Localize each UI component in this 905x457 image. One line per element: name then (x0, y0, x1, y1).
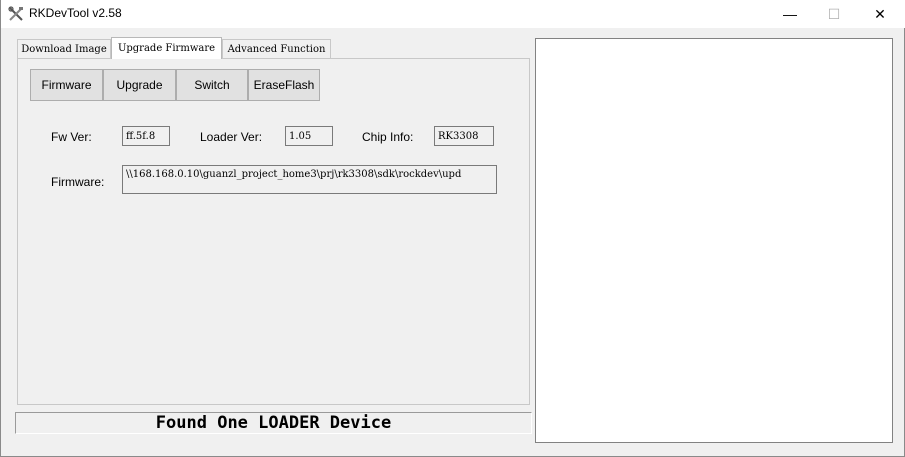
fw-ver-label: Fw Ver: (51, 130, 92, 144)
eraseflash-button[interactable]: EraseFlash (248, 69, 320, 101)
maximize-button[interactable]: ☐ (811, 0, 857, 28)
status-message: Found One LOADER Device (15, 412, 532, 434)
close-button[interactable]: ✕ (857, 0, 903, 28)
close-icon: ✕ (874, 5, 886, 22)
firmware-path-field[interactable]: \\168.168.0.10\guanzl_project_home3\prj\… (122, 165, 497, 194)
tab-upgrade-firmware[interactable]: Upgrade Firmware (111, 37, 222, 59)
firmware-button[interactable]: Firmware (30, 69, 103, 101)
maximize-icon: ☐ (827, 5, 841, 22)
title-bar[interactable]: RKDevTool v2.58 — ☐ ✕ (1, 0, 905, 28)
app-window: RKDevTool v2.58 — ☐ ✕ Download Image Upg… (0, 0, 905, 457)
upgrade-button[interactable]: Upgrade (103, 69, 176, 101)
chip-info-field[interactable]: RK3308 (434, 126, 494, 146)
minimize-button[interactable]: — (767, 0, 813, 28)
fw-ver-field[interactable]: ff.5f.8 (122, 126, 170, 146)
loader-ver-label: Loader Ver: (200, 130, 263, 144)
tab-download-image[interactable]: Download Image (17, 39, 111, 58)
firmware-label: Firmware: (51, 175, 105, 189)
tools-icon (8, 6, 24, 22)
log-panel[interactable] (535, 38, 893, 443)
loader-ver-field[interactable]: 1.05 (285, 126, 333, 146)
upgrade-firmware-panel (17, 58, 530, 405)
minimize-icon: — (783, 6, 797, 22)
tab-advanced-function[interactable]: Advanced Function (222, 39, 331, 58)
chip-info-label: Chip Info: (362, 130, 414, 144)
switch-button[interactable]: Switch (176, 69, 248, 101)
window-title: RKDevTool v2.58 (29, 6, 122, 20)
